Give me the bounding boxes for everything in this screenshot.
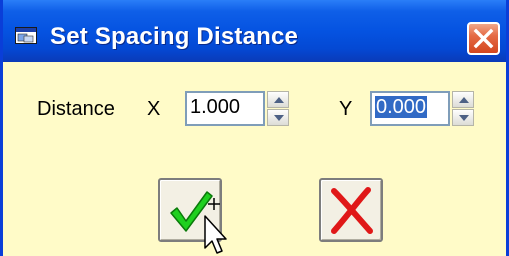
y-spin-up-button[interactable]: [452, 91, 474, 108]
close-button[interactable]: [467, 22, 500, 55]
x-spinner[interactable]: [267, 91, 289, 126]
red-x-icon: [331, 187, 373, 234]
close-icon: [473, 28, 494, 49]
arrow-up-icon: [274, 97, 284, 103]
y-distance-value: 0.000: [373, 95, 429, 119]
window-title: Set Spacing Distance: [50, 23, 299, 50]
mouse-cursor-icon: [204, 198, 227, 254]
title-bar[interactable]: Set Spacing Distance: [3, 0, 506, 62]
x-distance-input[interactable]: 1.000: [185, 91, 265, 126]
x-label: X: [147, 98, 161, 120]
y-spinner[interactable]: [452, 91, 474, 126]
x-spin-down-button[interactable]: [267, 109, 289, 126]
y-distance-input[interactable]: 0.000: [370, 91, 450, 126]
window-icon: [15, 27, 37, 44]
cancel-button[interactable]: [319, 178, 383, 242]
x-distance-value: 1.000: [190, 96, 241, 118]
y-spin-down-button[interactable]: [452, 109, 474, 126]
arrow-down-icon: [459, 115, 469, 121]
x-spin-up-button[interactable]: [267, 91, 289, 108]
arrow-down-icon: [274, 115, 284, 121]
dialog-window: Set Spacing Distance Distance X 1.000 Y …: [0, 0, 509, 256]
distance-label: Distance: [37, 98, 115, 120]
arrow-up-icon: [459, 97, 469, 103]
y-label: Y: [339, 98, 353, 120]
